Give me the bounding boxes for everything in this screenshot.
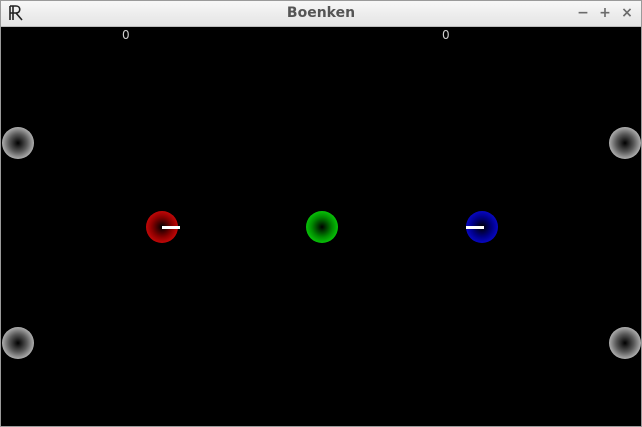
red-aim-indicator — [162, 226, 180, 229]
minimize-button[interactable]: − — [575, 5, 591, 21]
bumper-bottom-right — [609, 327, 641, 359]
game-window: Boenken − + × 0 0 — [0, 0, 642, 427]
score-right: 0 — [442, 28, 450, 42]
window-title: Boenken — [286, 5, 356, 21]
game-field[interactable]: 0 0 — [1, 27, 641, 426]
close-button[interactable]: × — [619, 5, 635, 21]
bumper-bottom-left — [2, 327, 34, 359]
bumper-top-right — [609, 127, 641, 159]
bumper-top-left — [2, 127, 34, 159]
green-ball — [306, 211, 338, 243]
blue-aim-indicator — [466, 226, 484, 229]
title-bar[interactable]: Boenken − + × — [1, 1, 641, 27]
score-left: 0 — [122, 28, 130, 42]
maximize-button[interactable]: + — [597, 5, 613, 21]
